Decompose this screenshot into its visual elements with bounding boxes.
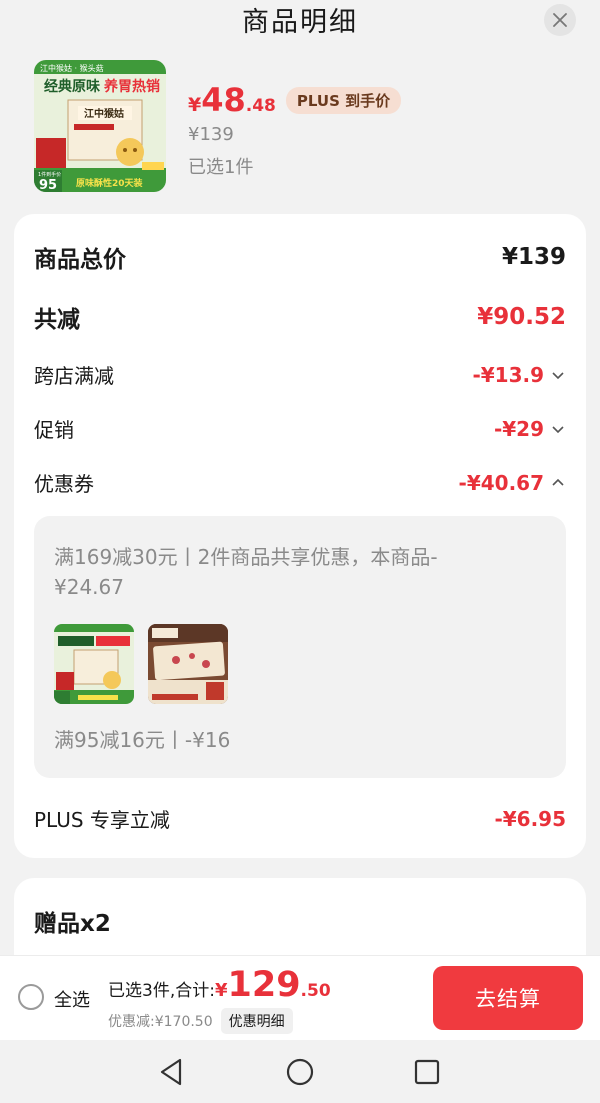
package-bottom-text: 原味酥性20天装 bbox=[76, 177, 144, 189]
coupon-row[interactable]: 优惠券 -¥40.67 bbox=[34, 468, 566, 497]
product-image[interactable]: 江中猴姑 · 猴头菇 经典原味 养胃热销 江中猴姑 1件到手价 95 原味酥性2… bbox=[34, 60, 166, 192]
coupon-label: 优惠券 bbox=[34, 472, 94, 496]
package-top-banner: 江中猴姑 · 猴头菇 bbox=[40, 63, 104, 73]
plus-discount-label: PLUS 专享立减 bbox=[34, 808, 170, 832]
chevron-down-icon[interactable] bbox=[550, 367, 566, 383]
current-price: ¥ 48 .48 PLUS 到手价 bbox=[188, 81, 402, 119]
sheet-header: 商品明细 bbox=[0, 0, 600, 44]
package-headline-a: 经典原味 bbox=[44, 78, 100, 95]
price-breakdown-card: 商品总价 ¥139 共减 ¥90.52 跨店满减 -¥13.9 促销 -¥29 … bbox=[14, 214, 586, 858]
checkout-bar: 全选 已选3件,合计: ¥ 129 .50 优惠减:¥170.50 优惠明细 去… bbox=[0, 955, 600, 1040]
coupon-rule-1: 满169减30元丨2件商品共享优惠，本商品-¥24.67 bbox=[54, 545, 438, 599]
price-currency: ¥ bbox=[188, 94, 202, 116]
total-reduction-value: ¥90.52 bbox=[477, 304, 566, 330]
price-decimal: .48 bbox=[245, 96, 276, 116]
page-title: 商品明细 bbox=[242, 6, 358, 38]
home-circle-icon[interactable] bbox=[284, 1056, 316, 1088]
total-currency: ¥ bbox=[214, 980, 228, 1001]
coupon-value: -¥40.67 bbox=[458, 470, 544, 495]
coupon-product-image-2[interactable] bbox=[148, 624, 228, 704]
total-price-row: 商品总价 ¥139 bbox=[34, 240, 566, 274]
package-brand: 江中猴姑 bbox=[84, 107, 124, 120]
back-triangle-icon[interactable] bbox=[156, 1056, 188, 1088]
coupon-product-image-1[interactable] bbox=[54, 624, 134, 704]
discount-amount: 优惠减:¥170.50 bbox=[108, 1014, 213, 1030]
cross-store-label: 跨店满减 bbox=[34, 364, 114, 388]
close-icon bbox=[553, 13, 567, 27]
discount-detail-button[interactable]: 优惠明细 bbox=[220, 1008, 293, 1034]
discount-summary: 优惠减:¥170.50 优惠明细 bbox=[108, 1008, 293, 1034]
cross-store-row[interactable]: 跨店满减 -¥13.9 bbox=[34, 360, 566, 389]
close-button[interactable] bbox=[544, 4, 576, 36]
chevron-up-icon[interactable] bbox=[550, 475, 566, 491]
total-price-value: ¥139 bbox=[501, 244, 566, 270]
select-all-label[interactable]: 全选 bbox=[54, 986, 90, 1012]
cross-store-value: -¥13.9 bbox=[472, 362, 544, 387]
total-integer: 129 bbox=[227, 965, 301, 1005]
total-reduction-label: 共减 bbox=[34, 307, 80, 333]
original-price: ¥139 bbox=[188, 124, 234, 145]
selected-count: 已选1件 bbox=[188, 157, 254, 178]
plus-discount-value: -¥6.95 bbox=[494, 806, 566, 831]
coupon-rule-2: 满95减16元丨-¥16 bbox=[54, 728, 231, 752]
badge-caption: 1件到手价 bbox=[38, 171, 61, 178]
plus-discount-row: PLUS 专享立减 -¥6.95 bbox=[34, 804, 566, 833]
select-all-checkbox[interactable] bbox=[18, 984, 44, 1010]
chevron-down-icon[interactable] bbox=[550, 421, 566, 437]
product-summary: 江中猴姑 · 猴头菇 经典原味 养胃热销 江中猴姑 1件到手价 95 原味酥性2… bbox=[34, 60, 574, 196]
promotion-label: 促销 bbox=[34, 418, 74, 442]
total-reduction-row: 共减 ¥90.52 bbox=[34, 300, 566, 334]
badge-price: 95 bbox=[39, 178, 57, 192]
total-price-label: 商品总价 bbox=[34, 247, 126, 273]
package-headline-b: 养胃热销 bbox=[103, 78, 160, 95]
total-prefix: 已选3件,合计: bbox=[108, 981, 215, 1001]
price-integer: 48 bbox=[201, 81, 246, 119]
checkout-button[interactable]: 去结算 bbox=[433, 966, 583, 1030]
total-decimal: .50 bbox=[300, 981, 331, 1001]
promotion-row[interactable]: 促销 -¥29 bbox=[34, 414, 566, 443]
plus-price-tag: PLUS 到手价 bbox=[285, 86, 402, 114]
system-navigation-bar bbox=[0, 1040, 600, 1103]
recents-square-icon[interactable] bbox=[411, 1056, 443, 1088]
coupon-detail-box: 满169减30元丨2件商品共享优惠，本商品-¥24.67 满95减16元丨-¥1… bbox=[34, 516, 566, 778]
promotion-value: -¥29 bbox=[493, 416, 544, 441]
gift-title: 赠品x2 bbox=[34, 911, 111, 937]
order-total: 已选3件,合计: ¥ 129 .50 bbox=[108, 968, 331, 1003]
